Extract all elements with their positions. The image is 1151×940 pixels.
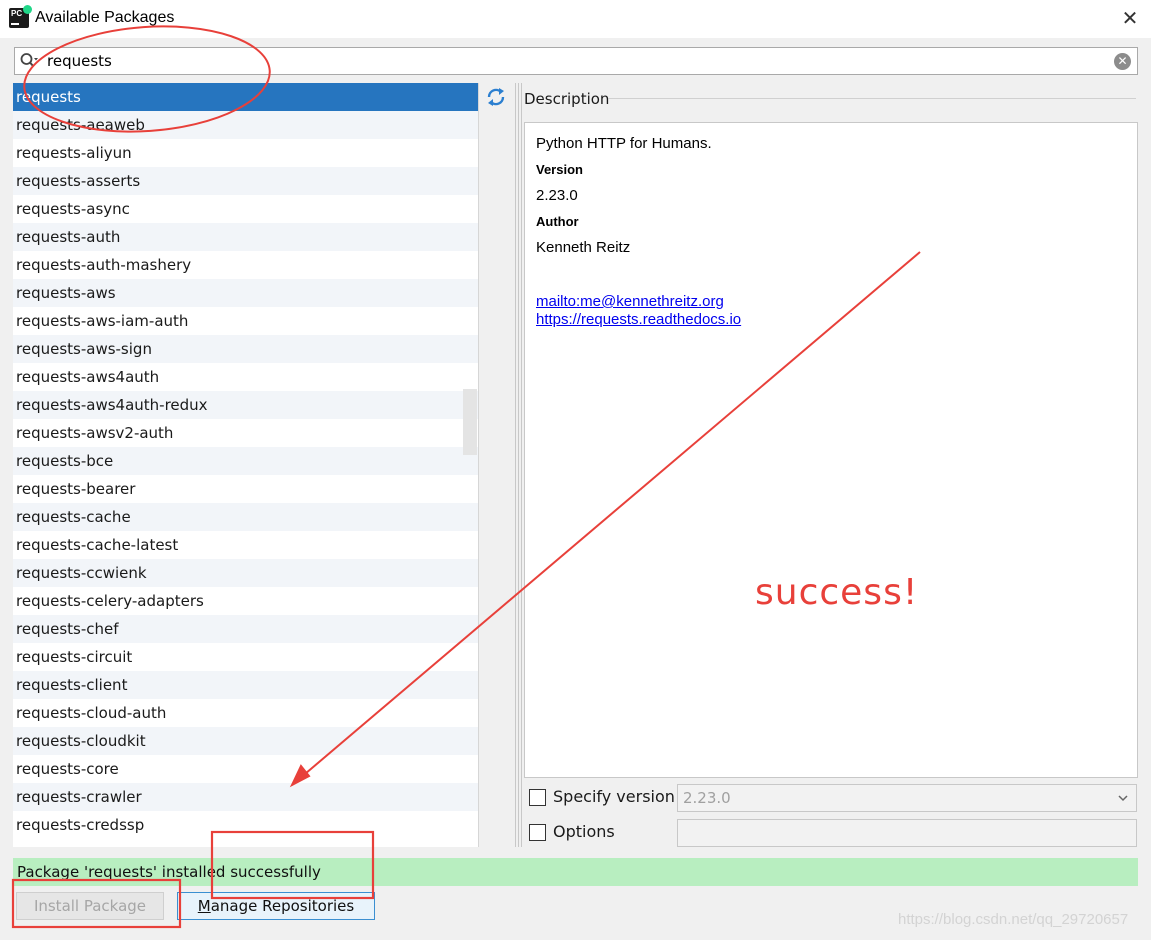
package-item[interactable]: requests-aws [13,279,478,307]
package-item[interactable]: requests-core [13,755,478,783]
package-item[interactable]: requests-aws4auth-redux [13,391,478,419]
panel-splitter[interactable] [514,83,522,847]
manage-mnemonic: M [197,897,211,915]
version-select-value: 2.23.0 [683,789,731,807]
description-label: Description [524,90,610,108]
manage-repositories-button[interactable]: Manage Repositories [177,892,375,920]
list-toolbar [478,83,512,847]
package-item[interactable]: requests-bearer [13,475,478,503]
package-item[interactable]: requests-aws4auth [13,363,478,391]
package-summary: Python HTTP for Humans. [536,135,712,152]
package-version: 2.23.0 [536,187,578,204]
package-item[interactable]: requests-awsv2-auth [13,419,478,447]
search-icon[interactable] [19,51,39,71]
package-item[interactable]: requests-aliyun [13,139,478,167]
options-checkbox[interactable] [529,824,546,841]
install-package-button[interactable]: Install Package [16,892,164,920]
close-icon[interactable]: ✕ [1118,6,1142,30]
package-item[interactable]: requests-bce [13,447,478,475]
window-title: Available Packages [35,9,175,26]
package-item[interactable]: requests-credssp [13,811,478,839]
search-box: ✕ [14,47,1138,75]
refresh-icon[interactable] [485,86,507,108]
package-list[interactable]: requests requests-aeaweb requests-aliyun re… [13,83,478,847]
options-label: Options [553,822,615,841]
clear-search-icon[interactable]: ✕ [1114,53,1131,70]
package-item[interactable]: requests-async [13,195,478,223]
package-item[interactable]: requests-circuit [13,643,478,671]
package-item-selected[interactable]: requests [13,83,478,111]
package-item[interactable]: requests-auth-mashery [13,251,478,279]
package-author: Kenneth Reitz [536,239,631,256]
package-item[interactable]: requests-ccwienk [13,559,478,587]
package-item[interactable]: requests-cloudkit [13,727,478,755]
package-item[interactable]: requests-cloud-auth [13,699,478,727]
author-email-link[interactable]: mailto:me@kennethreitz.org [536,293,724,310]
search-input[interactable] [47,50,1107,72]
specify-version-label: Specify version [553,787,675,806]
package-item[interactable]: requests-client [13,671,478,699]
homepage-link[interactable]: https://requests.readthedocs.io [536,311,741,328]
version-heading: Version [536,162,583,177]
options-input[interactable] [677,819,1137,847]
package-item[interactable]: requests-asserts [13,167,478,195]
description-divider [608,98,1136,99]
chevron-down-icon [1118,795,1128,802]
title-bar: PC Available Packages ✕ [0,0,1151,38]
package-item[interactable]: requests-auth [13,223,478,251]
author-heading: Author [536,214,579,229]
package-item[interactable]: requests-aws-iam-auth [13,307,478,335]
version-select[interactable]: 2.23.0 [677,784,1137,812]
package-item[interactable]: requests-aeaweb [13,111,478,139]
manage-label: anage Repositories [210,897,355,915]
success-annotation: success! [755,572,919,613]
package-item[interactable]: requests-celery-adapters [13,587,478,615]
status-message: Package 'requests' installed successfull… [13,858,1138,886]
list-scrollbar-thumb[interactable] [463,389,477,455]
package-item[interactable]: requests-aws-sign [13,335,478,363]
description-panel: Python HTTP for Humans. Version 2.23.0 A… [524,122,1138,778]
pycharm-logo-icon: PC [9,5,32,28]
package-item[interactable]: requests-chef [13,615,478,643]
specify-version-checkbox[interactable] [529,789,546,806]
watermark: https://blog.csdn.net/qq_29720657 [898,911,1129,928]
package-item[interactable]: requests-crawler [13,783,478,811]
package-item[interactable]: requests-cache-latest [13,531,478,559]
package-item[interactable]: requests-cache [13,503,478,531]
